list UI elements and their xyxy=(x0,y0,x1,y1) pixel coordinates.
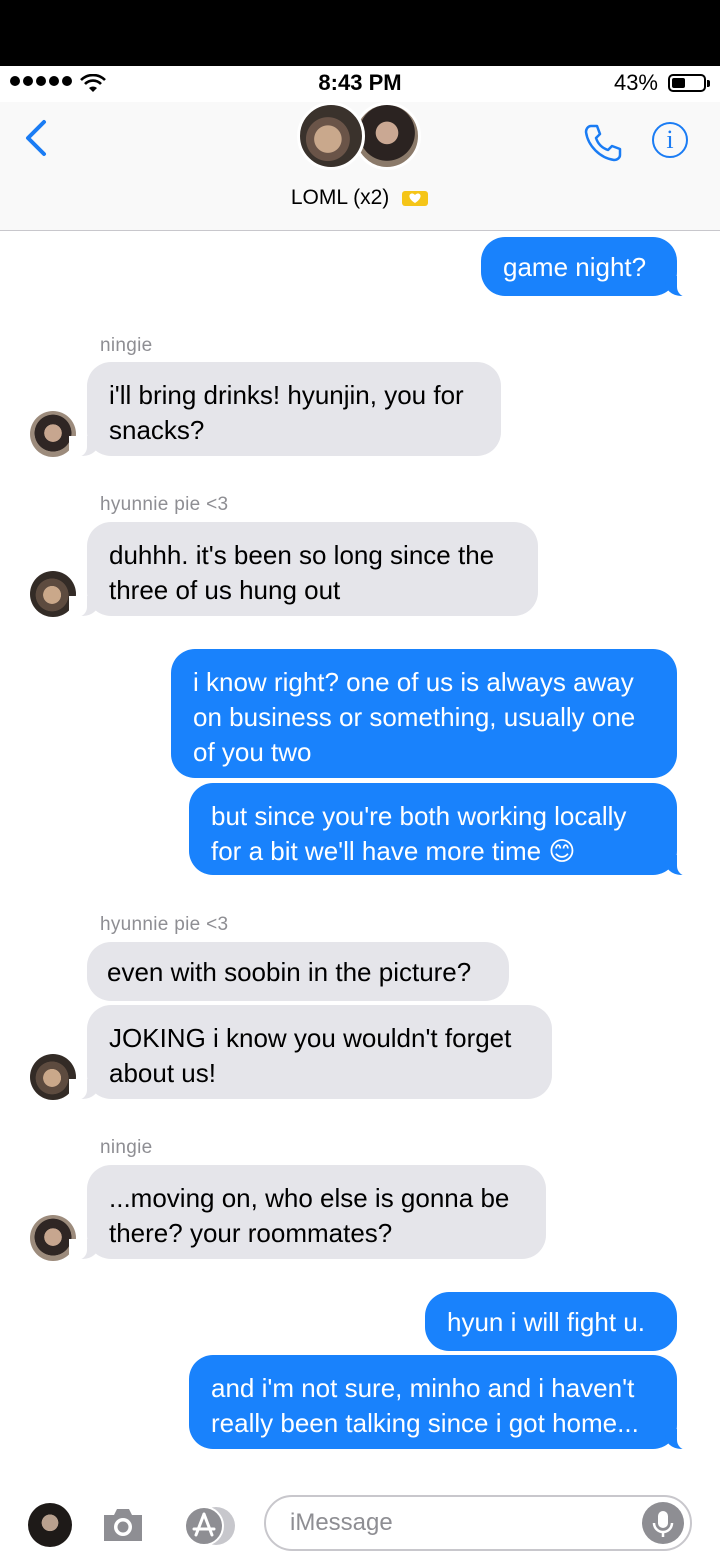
message-bubble-sent[interactable]: game night? xyxy=(481,237,695,297)
message-bubble-received[interactable]: duhhh. it's been so long since the three… xyxy=(69,522,538,617)
status-time: 8:43 PM xyxy=(318,70,402,95)
conversation-title-row[interactable]: LOML (x2) xyxy=(0,186,720,210)
battery-percentage: 43% xyxy=(613,70,658,95)
avatar xyxy=(297,102,365,170)
back-chevron-icon[interactable] xyxy=(22,118,52,158)
sender-name: ningie xyxy=(100,1137,153,1158)
app-store-icon[interactable] xyxy=(180,1505,238,1547)
message-bubble-sent[interactable]: hyun i will fight u. xyxy=(425,1292,677,1351)
conversation-title: LOML (x2) xyxy=(290,186,390,209)
message-bubble-received[interactable]: i'll bring drinks! hyunjin, you for snac… xyxy=(69,362,501,457)
battery-icon xyxy=(668,74,710,92)
memoji-avatar-button[interactable] xyxy=(28,1503,72,1547)
conversation-header: LOML (x2) i xyxy=(0,102,720,231)
heart-icon xyxy=(402,191,429,207)
message-bubble-received[interactable]: even with soobin in the picture? xyxy=(87,942,509,1001)
microphone-icon[interactable] xyxy=(642,1502,684,1544)
sender-name: hyunnie pie <3 xyxy=(100,494,229,515)
status-bar: 8:43 PM 43% xyxy=(0,66,720,102)
info-icon[interactable]: i xyxy=(652,122,688,158)
message-input-placeholder: iMessage xyxy=(290,1509,393,1536)
phone-icon[interactable] xyxy=(582,122,624,164)
camera-icon[interactable] xyxy=(100,1505,146,1545)
message-thread: game night? ningie i'll bring drinks! hy… xyxy=(0,231,720,1475)
top-black-bar xyxy=(0,0,720,66)
message-bubble-received[interactable]: ...moving on, who else is gonna be there… xyxy=(69,1165,546,1260)
sender-name: hyunnie pie <3 xyxy=(100,914,229,935)
compose-bar: iMessage xyxy=(0,1475,720,1560)
group-avatars[interactable] xyxy=(297,102,425,174)
message-bubble-sent[interactable]: but since you're both working locally fo… xyxy=(189,783,695,876)
sender-name: ningie xyxy=(100,335,153,356)
message-input[interactable]: iMessage xyxy=(264,1495,692,1551)
message-bubble-sent[interactable]: i know right? one of us is always away o… xyxy=(171,649,677,778)
message-bubble-sent[interactable]: and i'm not sure, minho and i haven't re… xyxy=(189,1355,695,1450)
message-bubble-received[interactable]: JOKING i know you wouldn't forget about … xyxy=(69,1005,552,1100)
